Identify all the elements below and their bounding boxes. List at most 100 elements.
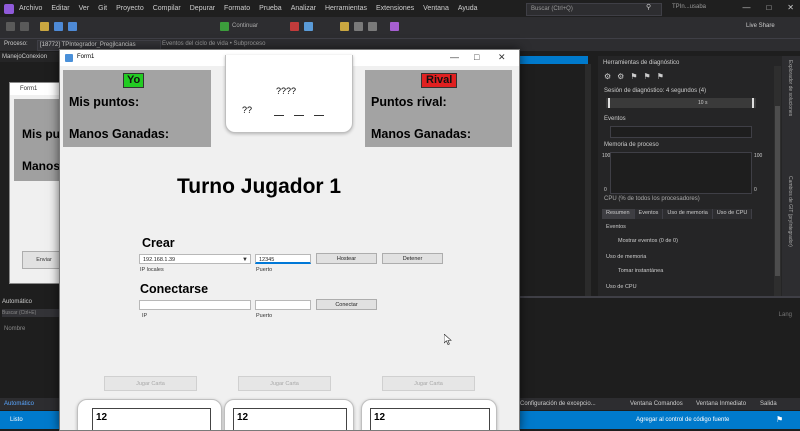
summary-cpu-heading: Uso de CPU	[606, 284, 637, 290]
local-ip-hint: IP locales	[140, 267, 164, 273]
menu-archivo[interactable]: Archivo	[19, 5, 42, 12]
background-hands-label: Manos	[22, 159, 61, 173]
forward-icon[interactable]	[20, 22, 29, 31]
autos-search-input[interactable]: Buscar (Ctrl+E)	[2, 309, 60, 317]
form-app-icon	[65, 54, 73, 62]
card-dash	[294, 115, 304, 116]
add-to-source-control-button[interactable]: Agregar al control de código fuente	[636, 417, 729, 423]
tab-automatico[interactable]: Automático	[4, 401, 34, 407]
play-card-button-1[interactable]: Jugar Carta	[104, 376, 197, 391]
card-dash	[274, 115, 284, 116]
tab-output[interactable]: Salida	[760, 401, 777, 407]
tab-exception-settings[interactable]: Configuración de excepcio...	[520, 401, 596, 407]
step-icon[interactable]	[340, 22, 349, 31]
tab-resumen[interactable]: Resumen	[602, 209, 635, 219]
timeline-start-handle[interactable]	[608, 98, 610, 108]
tab-uso-memoria[interactable]: Uso de memoria	[663, 209, 713, 219]
rival-card[interactable]: ???? ??	[225, 55, 353, 133]
vs-search-input[interactable]: Buscar (Ctrl+Q)	[526, 3, 662, 16]
continue-icon[interactable]	[220, 22, 229, 31]
form-close-icon[interactable]: ✕	[498, 52, 506, 63]
host-port-input[interactable]: 12345	[255, 254, 311, 264]
timeline-slider[interactable]: 10 s	[606, 98, 756, 108]
save-icon[interactable]	[54, 22, 63, 31]
local-ip-combobox[interactable]: 192.168.1.39 ▼	[139, 254, 251, 264]
menu-proyecto[interactable]: Proyecto	[116, 5, 144, 12]
continue-button[interactable]: Continuar	[232, 23, 258, 29]
stop-debug-icon[interactable]	[290, 22, 299, 31]
connect-button[interactable]: Conectar	[316, 299, 377, 310]
maximize-icon[interactable]: □	[766, 3, 771, 12]
create-section-title: Crear	[142, 236, 175, 250]
connect-ip-input[interactable]	[139, 300, 251, 310]
card-frame	[92, 408, 211, 430]
search-icon[interactable]: ⚲	[646, 3, 654, 11]
card-dash	[314, 115, 324, 116]
tab-command-window[interactable]: Ventana Comandos	[630, 401, 683, 407]
menu-analizar[interactable]: Analizar	[291, 5, 316, 12]
back-icon[interactable]	[6, 22, 15, 31]
menu-extensiones[interactable]: Extensiones	[376, 5, 414, 12]
show-events-link[interactable]: Mostrar eventos (0 de 0)	[618, 238, 678, 244]
form-minimize-icon[interactable]: —	[450, 52, 459, 62]
step-out-icon[interactable]	[368, 22, 377, 31]
cpu-section-label[interactable]: CPU (% de todos los procesadores)	[604, 196, 700, 202]
events-section-label[interactable]: Eventos	[604, 116, 626, 122]
editor-scrollbar[interactable]	[585, 64, 591, 296]
active-editor-tab[interactable]	[516, 56, 588, 64]
rival-hands-label: Manos Ganadas:	[371, 127, 472, 141]
host-button[interactable]: Hostear	[316, 253, 377, 264]
diagnostics-toolbar[interactable]: ⚙⚙⚑⚑⚑	[604, 72, 670, 81]
git-changes-tab[interactable]: Cambios de GIT (pryIntegrador)	[787, 176, 793, 247]
tab-eventos[interactable]: Eventos	[634, 209, 664, 219]
menu-formato[interactable]: Formato	[224, 5, 250, 12]
notifications-icon[interactable]: ⚑	[776, 415, 783, 424]
restart-icon[interactable]	[304, 22, 313, 31]
my-hands-label: Manos Ganadas:	[69, 127, 170, 141]
close-icon[interactable]: ✕	[787, 3, 794, 12]
menu-prueba[interactable]: Prueba	[259, 5, 282, 12]
tab-uso-cpu[interactable]: Uso de CPU	[712, 209, 753, 219]
step-over-icon[interactable]	[354, 22, 363, 31]
diagnostics-icon[interactable]	[390, 22, 399, 31]
chevron-down-icon[interactable]: ▼	[242, 255, 248, 265]
menu-editar[interactable]: Editar	[51, 5, 69, 12]
hand-card-2-value: 12	[237, 412, 249, 423]
menu-ver[interactable]: Ver	[79, 5, 90, 12]
vs-toolbar: Continuar Live Share	[0, 17, 800, 38]
timeline-label: 10 s	[698, 100, 708, 106]
tab-immediate-window[interactable]: Ventana Inmediato	[696, 401, 746, 407]
menu-depurar[interactable]: Depurar	[190, 5, 215, 12]
form-maximize-icon[interactable]: □	[474, 52, 479, 62]
play-card-button-2[interactable]: Jugar Carta	[238, 376, 331, 391]
menu-ayuda[interactable]: Ayuda	[458, 5, 478, 12]
menu-git[interactable]: Git	[98, 5, 107, 12]
menu-ventana[interactable]: Ventana	[423, 5, 449, 12]
editor-tab-manejoconexion[interactable]: ManejoConexion	[0, 52, 64, 62]
menu-herramientas[interactable]: Herramientas	[325, 5, 367, 12]
code-editor[interactable]	[516, 64, 590, 296]
live-share-button[interactable]: Live Share	[746, 23, 775, 29]
minimize-icon[interactable]: —	[742, 3, 750, 12]
memory-section-label[interactable]: Memoria de proceso	[604, 142, 659, 148]
take-snapshot-button[interactable]: Tomar instantánea	[618, 268, 663, 274]
connect-port-input[interactable]	[255, 300, 311, 310]
autos-panel: Automático Buscar (Ctrl+E) Nombre	[0, 296, 62, 398]
vs-menubar: Archivo Editar Ver Git Proyecto Compilar…	[0, 0, 800, 17]
scrollbar-thumb[interactable]	[775, 106, 780, 276]
diagnostics-scrollbar[interactable]	[774, 66, 781, 296]
hand-card-2[interactable]: 12	[224, 399, 354, 430]
open-folder-icon[interactable]	[40, 22, 49, 31]
hand-card-3[interactable]: 12	[361, 399, 497, 430]
host-port-hint: Puerto	[256, 267, 273, 273]
lifecycle-events-label[interactable]: Eventos del ciclo de vida • Subproceso	[162, 41, 266, 47]
mouse-pointer-icon	[444, 334, 452, 345]
timeline-end-handle[interactable]	[752, 98, 754, 108]
stop-button[interactable]: Detener	[382, 253, 443, 264]
hand-card-1[interactable]: 12	[77, 399, 222, 430]
save-all-icon[interactable]	[68, 22, 77, 31]
menu-compilar[interactable]: Compilar	[153, 5, 181, 12]
autos-header: Automático	[2, 299, 33, 305]
solution-explorer-tab[interactable]: Explorador de soluciones	[787, 60, 793, 116]
play-card-button-3[interactable]: Jugar Carta	[382, 376, 475, 391]
